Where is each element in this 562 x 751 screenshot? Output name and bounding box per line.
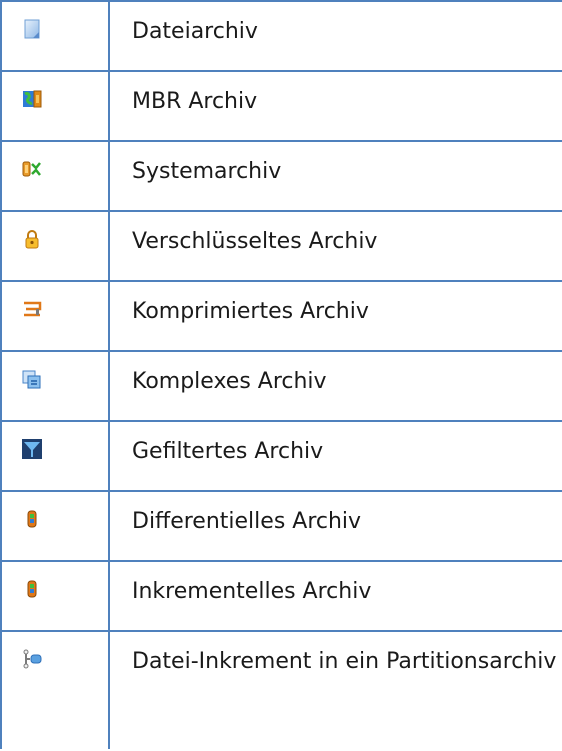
legend-label: Gefiltertes Archiv — [108, 420, 562, 492]
file-archive-icon — [24, 19, 40, 39]
legend-label: Differentielles Archiv — [108, 490, 562, 562]
legend-label: Komplexes Archiv — [108, 350, 562, 422]
legend-label: Datei-Inkrement in ein Partitionsarchiv — [108, 630, 562, 749]
legend-label: Komprimiertes Archiv — [108, 280, 562, 352]
complex-archive-icon — [22, 370, 41, 389]
legend-row-incremental-archive: Inkrementelles Archiv — [0, 560, 562, 632]
legend-row-encrypted-archive: Verschlüsseltes Archiv — [0, 210, 562, 282]
legend-row-differential-archive: Differentielles Archiv — [0, 490, 562, 562]
clamp-icon — [24, 301, 42, 317]
legend-label: Inkrementelles Archiv — [108, 560, 562, 632]
file-increment-icon — [23, 649, 42, 669]
archive-type-legend: Dateiarchiv MBR Archiv Systemarchiv Vers… — [0, 0, 562, 751]
legend-row-mbr-archive: MBR Archiv — [0, 70, 562, 142]
legend-label: Verschlüsseltes Archiv — [108, 210, 562, 282]
legend-table: Dateiarchiv MBR Archiv Systemarchiv Vers… — [0, 0, 562, 749]
funnel-icon — [22, 439, 42, 459]
system-archive-icon — [22, 161, 41, 177]
legend-label: Dateiarchiv — [108, 0, 562, 72]
legend-row-complex-archive: Komplexes Archiv — [0, 350, 562, 422]
padlock-icon — [25, 230, 39, 249]
legend-row-system-archive: Systemarchiv — [0, 140, 562, 212]
legend-row-compressed-archive: Komprimiertes Archiv — [0, 280, 562, 352]
legend-row-filtered-archive: Gefiltertes Archiv — [0, 420, 562, 492]
legend-row-file-increment: Datei-Inkrement in ein Partitionsarchiv — [0, 630, 562, 749]
incremental-archive-icon — [27, 580, 37, 598]
legend-label: Systemarchiv — [108, 140, 562, 212]
differential-archive-icon — [27, 510, 37, 528]
legend-label: MBR Archiv — [108, 70, 562, 142]
legend-row-file-archive: Dateiarchiv — [0, 0, 562, 72]
mbr-archive-icon — [23, 90, 42, 108]
